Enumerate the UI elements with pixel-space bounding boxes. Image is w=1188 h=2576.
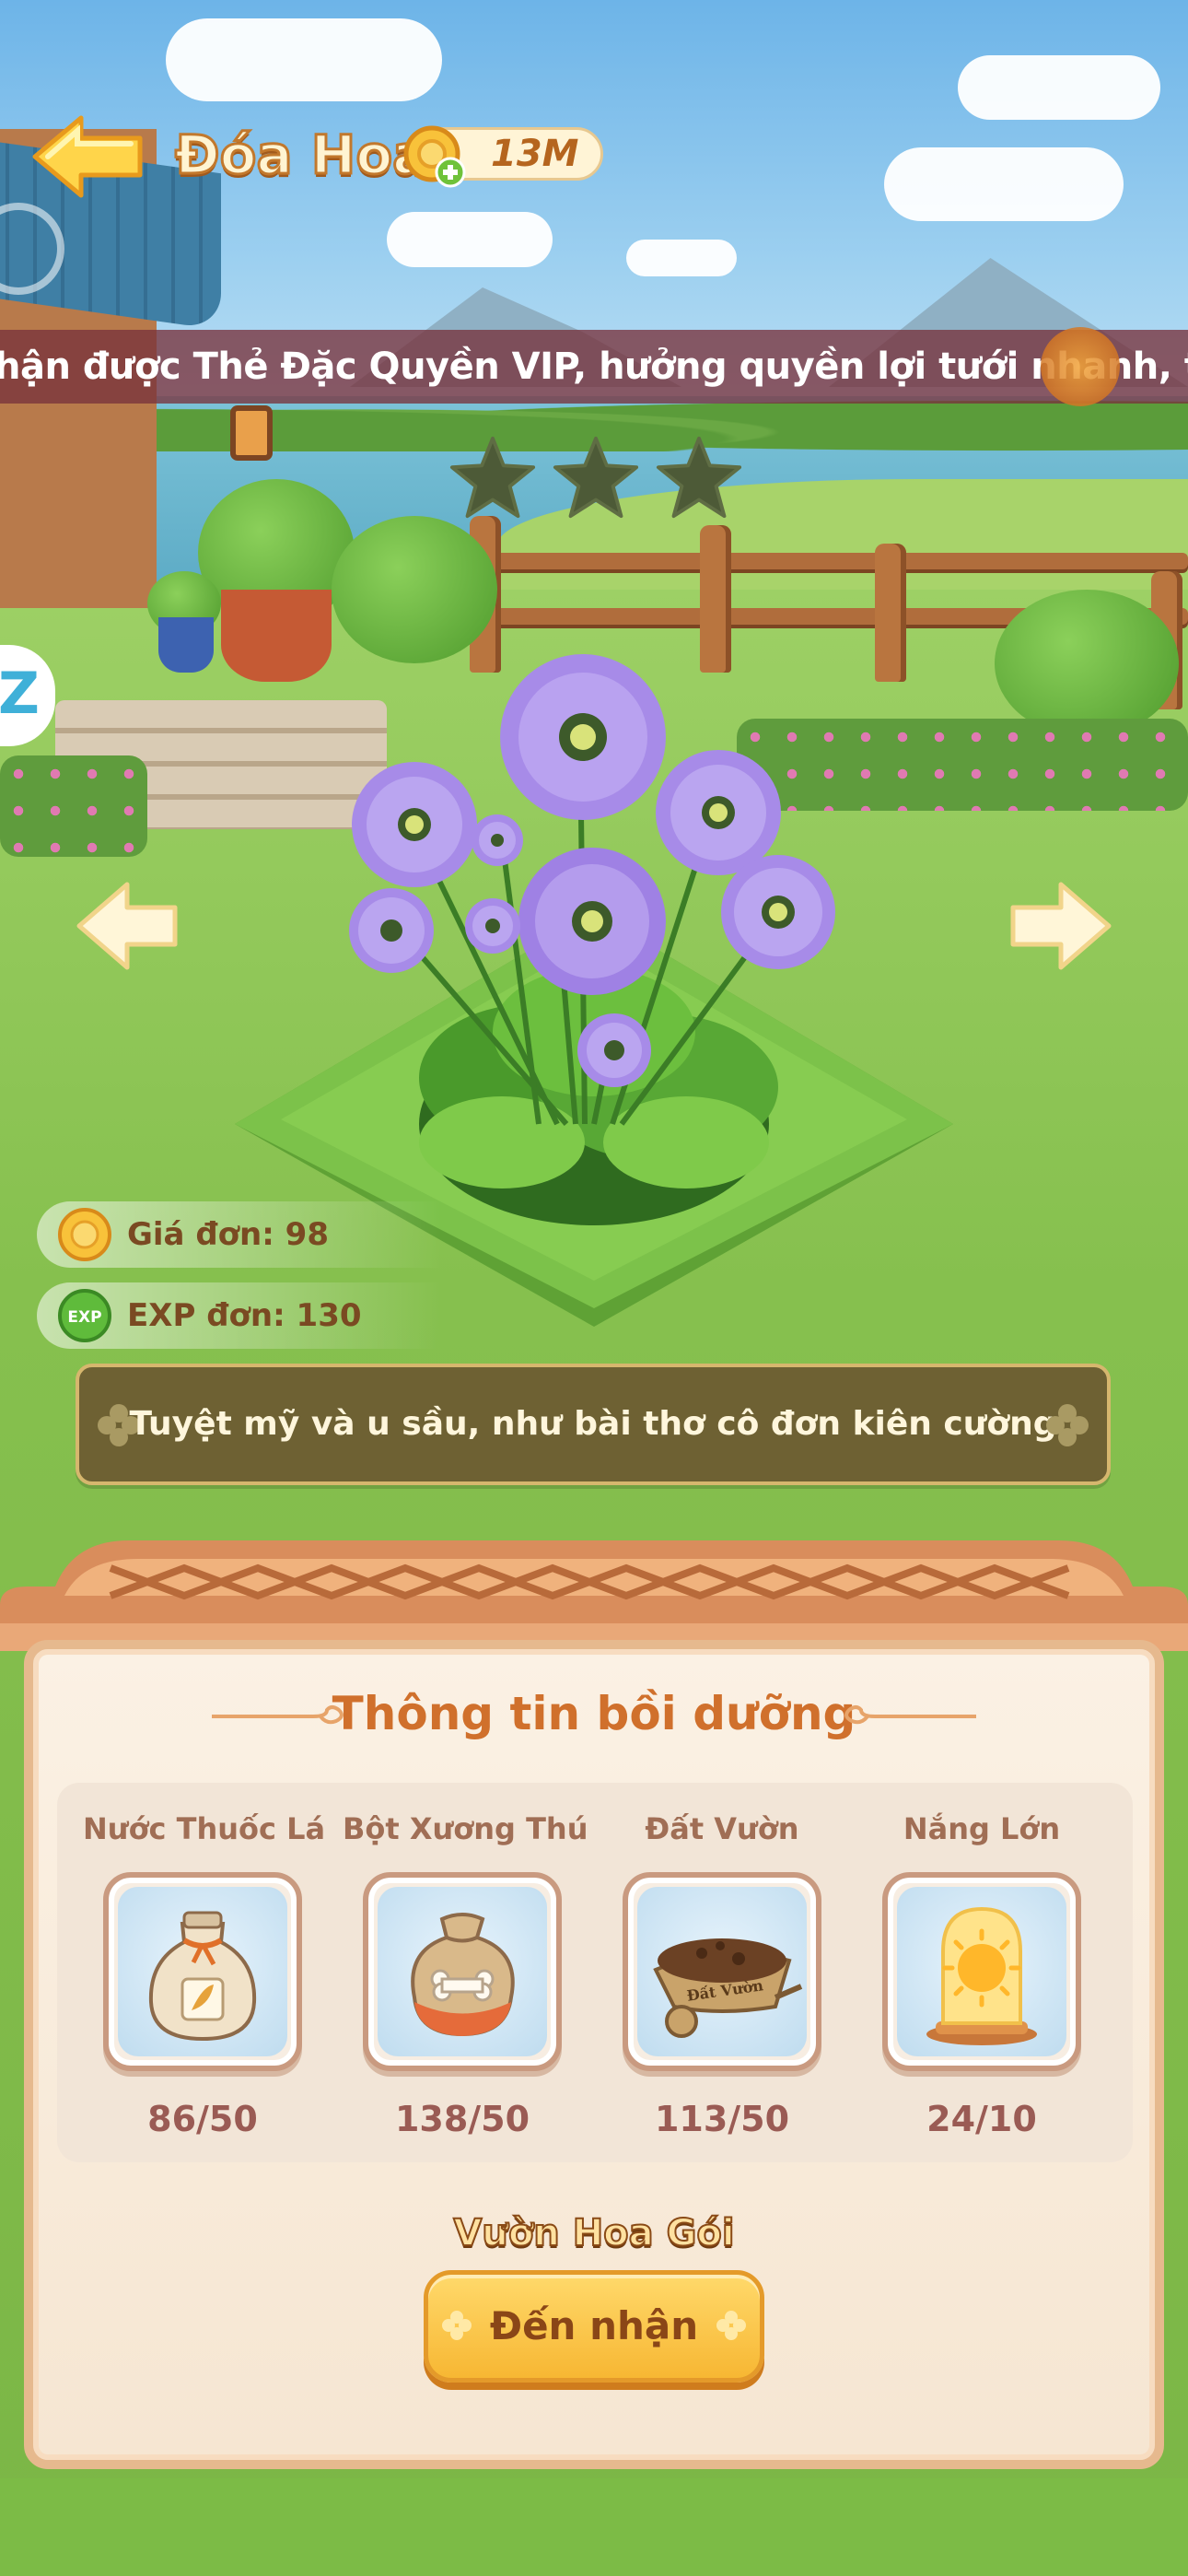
arrow-left-icon: [76, 882, 178, 970]
back-arrow-icon: [32, 115, 143, 198]
fence-rail: [460, 553, 1188, 569]
item-frame[interactable]: [103, 1872, 302, 2071]
nurture-item-bone-powder[interactable]: Bột Xương Thú 138/50: [343, 1806, 588, 2156]
page-title: Đóa Hoa: [173, 123, 429, 188]
arrow-right-icon: [1010, 882, 1112, 970]
gold-coin-icon: [58, 1208, 111, 1261]
flowerbed: [0, 755, 147, 857]
bone-powder-sack-icon: [411, 1913, 515, 2037]
medicine-bottle-icon: [148, 1911, 257, 2042]
pack-title: Vườn Hoa Gói: [452, 2211, 735, 2255]
claim-button-label: Đến nhận: [489, 2303, 699, 2348]
item-count: 113/50: [654, 2099, 790, 2139]
flower-description: Tuyệt mỹ và u sầu, như bài thơ cô đơn ki…: [129, 1405, 1057, 1443]
nurture-item-strong-sun[interactable]: Nắng Lớn 24/10: [862, 1806, 1101, 2156]
announcement-marquee: hận được Thẻ Đặc Quyền VIP, hưởng quyền …: [0, 330, 1188, 404]
item-count: 24/10: [926, 2099, 1037, 2139]
flower-description-box: Tuyệt mỹ và u sầu, như bài thơ cô đơn ki…: [76, 1364, 1111, 1485]
cloud: [884, 147, 1124, 221]
item-name: Nước Thuốc Lá: [83, 1811, 326, 1846]
item-count: 138/50: [394, 2099, 530, 2139]
next-flower-button[interactable]: [1006, 875, 1116, 977]
soil-wheelbarrow-icon: Đất Vườn: [653, 1938, 803, 2038]
bush: [995, 590, 1179, 737]
back-button[interactable]: [28, 111, 147, 203]
item-count: 86/50: [147, 2099, 258, 2139]
clover-ornament-icon: [716, 2311, 746, 2340]
previous-flower-button[interactable]: [72, 875, 182, 977]
star-rating: [448, 433, 742, 525]
gold-coin-plus-icon: [403, 125, 466, 188]
star-empty-icon: [449, 436, 536, 519]
nurture-item-garden-soil[interactable]: Đất Vườn Đất Vườn 113/50: [602, 1806, 842, 2156]
nurture-item-tobacco-potion[interactable]: Nước Thuốc Lá 86/50: [83, 1806, 326, 2156]
clover-ornament-icon: [1046, 1404, 1089, 1446]
exp-label: EXP đơn: 130: [127, 1297, 362, 1334]
item-frame[interactable]: [363, 1872, 562, 2071]
item-name: Đất Vườn: [645, 1811, 799, 1846]
lantern: [230, 405, 273, 461]
grass-strip: [0, 2478, 1188, 2576]
item-name: Bột Xương Thú: [343, 1811, 588, 1846]
cloud: [166, 18, 442, 101]
cloud: [958, 55, 1160, 120]
currency-display[interactable]: 13M: [403, 125, 603, 188]
bush: [332, 516, 497, 663]
exp-badge-text: EXP: [67, 1308, 101, 1327]
sun-jar-icon: [926, 1906, 1037, 2045]
title-swirl-right-icon: [844, 1705, 976, 1725]
panel-title: Thông tin bồi dưỡng: [332, 1687, 856, 1740]
price-label: Giá đơn: 98: [127, 1216, 329, 1253]
star-empty-icon: [656, 436, 742, 519]
price-stat: Giá đơn: 98: [37, 1201, 442, 1268]
cloud: [387, 212, 553, 267]
item-frame[interactable]: Đất Vườn: [623, 1872, 821, 2071]
star-empty-icon: [553, 436, 639, 519]
coin-icon: [1041, 327, 1120, 406]
item-name: Nắng Lớn: [903, 1811, 1061, 1846]
currency-value: 13M: [491, 133, 579, 175]
exp-icon: EXP: [58, 1289, 111, 1342]
exp-stat: EXP EXP đơn: 130: [37, 1282, 442, 1349]
claim-button[interactable]: Đến nhận: [424, 2270, 764, 2383]
z-logo-icon: Z: [0, 660, 40, 727]
flower-pot: [158, 617, 214, 673]
item-frame[interactable]: [882, 1872, 1081, 2071]
cloud: [626, 240, 737, 276]
marquee-text: hận được Thẻ Đặc Quyền VIP, hưởng quyền …: [0, 345, 1188, 388]
